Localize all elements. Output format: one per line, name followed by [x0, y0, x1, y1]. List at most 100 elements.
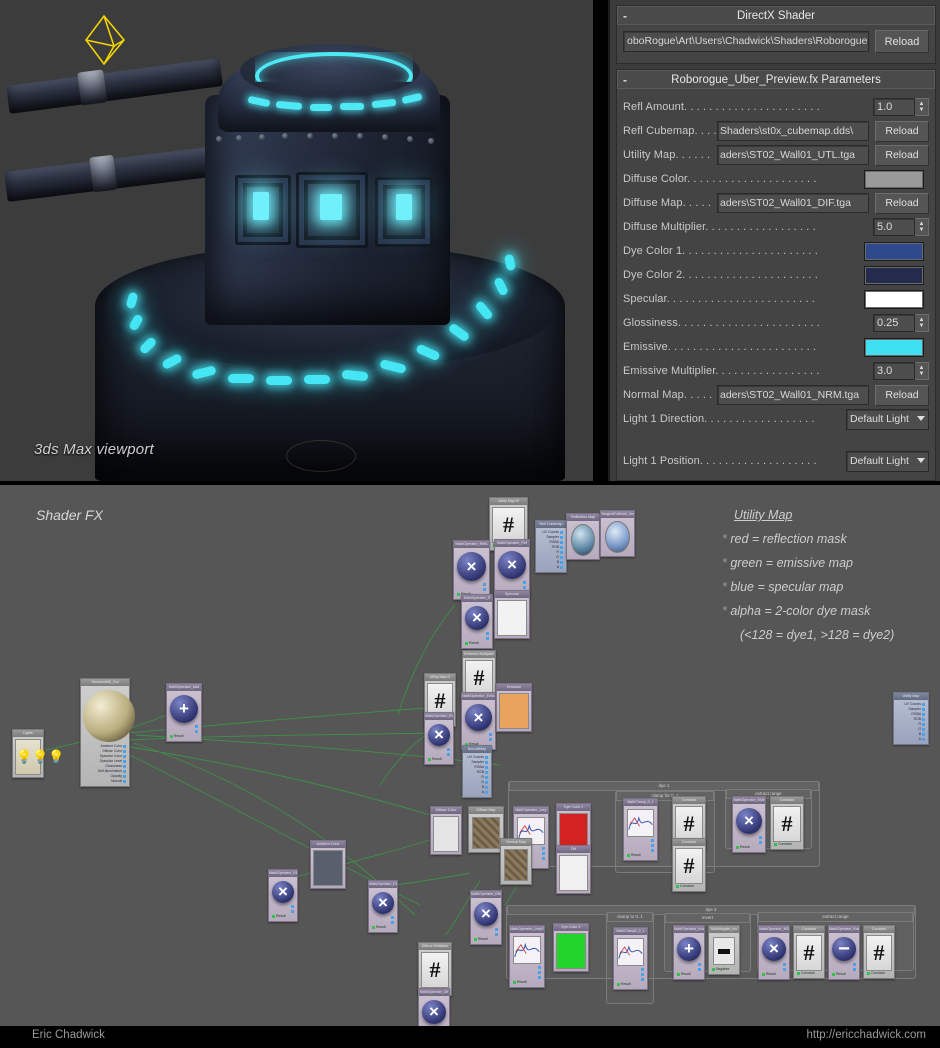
multiply-node[interactable]: MathOperator_Dif×Result [418, 988, 450, 1026]
node-output-port[interactable]: Constant [866, 971, 892, 976]
multiply-node[interactable]: MathOperator_Emis × Result [461, 692, 496, 750]
clamp-node[interactable]: MathClamp_0_1 Result [623, 798, 658, 861]
multiply-node[interactable]: MathOperator_M3 × Result [758, 925, 790, 980]
param-file-field[interactable]: \Shaders\st0x_cubemap.dds [717, 121, 869, 141]
param-spinner[interactable]: 0.25 ▲ ▼ [873, 314, 929, 332]
color-swatch[interactable] [864, 265, 924, 285]
white-color-node[interactable]: Diff [556, 845, 591, 894]
grey-color-node[interactable]: Ambient Color [310, 840, 346, 889]
rollout-header[interactable]: - DirectX Shader [617, 6, 935, 25]
multiply-node[interactable]: MathOperator_D2 × Result [368, 880, 398, 933]
color-swatch[interactable] [313, 850, 343, 886]
constant-node[interactable]: Constant#Constant [672, 838, 706, 892]
node-port[interactable]: A [896, 737, 925, 742]
green-color-node[interactable]: Dye Color 2 [553, 923, 589, 972]
shader-path-field[interactable]: oboRogue\Art\Users\Chadwick\Shaders\Robo… [623, 31, 869, 52]
color-swatch[interactable] [556, 933, 586, 969]
spinner-arrows-icon[interactable]: ▲ ▼ [915, 314, 929, 332]
param-file-field[interactable]: aders\ST02_Wall01_NRM.tga [717, 385, 869, 405]
refl-cubemap-node[interactable]: Refl Cubemap UV Coords Sampler RGBA RGB R G B A [535, 520, 567, 573]
node-output-port[interactable]: Result [735, 845, 763, 850]
param-dropdown[interactable]: Default Light [846, 450, 929, 472]
reload-button[interactable]: Reload [875, 144, 929, 166]
param-dropdown[interactable]: Default Light [846, 408, 929, 430]
node-output-port[interactable]: Result [371, 925, 395, 930]
collapse-icon[interactable]: - [623, 71, 627, 88]
shaderfx-graph[interactable]: Shader FX dye 1 clamp for 0..1 extract r… [0, 485, 940, 1026]
node-output-port[interactable]: Constant [773, 842, 801, 847]
multiply-node[interactable]: MathOperator_RefA×Result [453, 540, 490, 600]
color-swatch[interactable] [864, 289, 924, 309]
color-swatch[interactable] [864, 337, 924, 357]
node-output-port[interactable]: Result [464, 641, 490, 646]
white-color-node[interactable]: Diffuse Color [430, 806, 462, 855]
reload-button[interactable]: Reload [875, 120, 929, 142]
node-output-port[interactable]: Constant [796, 971, 822, 976]
add-node[interactable]: MathOperator_Add2 + Result [673, 925, 705, 980]
param-value[interactable]: 5.0 [873, 218, 915, 236]
param-spinner[interactable]: 1.0 ▲ ▼ [873, 98, 929, 116]
constant-node[interactable]: Constant#Constant [770, 796, 804, 850]
normalmap-node[interactable]: NormalMap UV Coords Sampler RGBA RGB R G B A [462, 745, 492, 798]
param-file-field[interactable]: aders\ST02_Wall01_UTL.tga [717, 145, 869, 165]
param-value[interactable]: 3.0 [873, 362, 915, 380]
node-output-port[interactable]: Result [676, 972, 702, 977]
lerp-node[interactable]: MathOperator_Lerp2 Result [509, 925, 545, 988]
multiply-node[interactable]: MathOperator_S × Result [461, 594, 493, 649]
diffuse-map-node[interactable]: Diffuse Map [468, 806, 504, 853]
standard-material-node[interactable]: StandardMtl_Out Ambient Color Diffuse Colo… [80, 678, 135, 787]
param-value[interactable]: 1.0 [873, 98, 915, 116]
node-output-port[interactable]: Result [169, 734, 199, 739]
node-output-port[interactable]: Negative [711, 967, 737, 972]
collapse-icon[interactable]: - [623, 7, 627, 24]
footer-url[interactable]: http://ericchadwick.com [806, 1029, 926, 1041]
node-output-port[interactable]: Result [616, 982, 645, 987]
reload-button[interactable]: Reload [875, 30, 929, 53]
octahedron-light-gizmo-icon[interactable] [80, 12, 128, 68]
constant-node[interactable]: Constant#Constant [863, 925, 895, 979]
multiply-node[interactable]: MathOperator_Mult × Result [732, 796, 766, 853]
node-output-port[interactable]: Result [626, 853, 655, 858]
color-swatch[interactable] [499, 693, 529, 729]
node-output-port[interactable]: Constant [675, 884, 703, 889]
negate-node[interactable]: MathNegate_Inv Negative [708, 925, 740, 975]
clamp-node[interactable]: MathClamp2_0_1 Result [613, 927, 648, 990]
reload-button[interactable]: Reload [875, 384, 929, 406]
node-output-port[interactable]: Result [473, 937, 499, 942]
reload-button[interactable]: Reload [875, 192, 929, 214]
tangent-to-world-node[interactable]: TangentToWorld_Vec [600, 510, 635, 557]
color-swatch[interactable] [864, 169, 924, 189]
white-color-node[interactable]: Specular [494, 590, 530, 639]
node-port[interactable]: Normal [83, 779, 126, 784]
param-spinner[interactable]: 3.0 ▲ ▼ [873, 362, 929, 380]
utility-map-node[interactable]: Utility Map UV Coords Sampler RGBA RGB R G B A [893, 692, 929, 745]
color-swatch[interactable] [497, 600, 527, 636]
add-node[interactable]: MathOperator_Add + Result [166, 683, 202, 742]
orange-color-node[interactable]: Emissive [496, 683, 532, 732]
param-file-field[interactable]: aders\ST02_Wall01_DIF.tga [717, 193, 869, 213]
multiply-node[interactable]: MathOperator_Emi2 × Result [424, 712, 454, 765]
multiply-node[interactable]: MathOperator_D1 × Result [268, 869, 298, 922]
node-port[interactable]: A [465, 790, 488, 795]
subtract-node[interactable]: MathOperator_Sub − Result [828, 925, 860, 980]
param-spinner[interactable]: 5.0 ▲ ▼ [873, 218, 929, 236]
color-swatch[interactable] [433, 816, 459, 852]
spinner-arrows-icon[interactable]: ▲ ▼ [915, 98, 929, 116]
node-output-port[interactable]: Result [427, 757, 451, 762]
constant-node[interactable]: Constant#Constant [793, 925, 825, 979]
color-swatch[interactable] [559, 855, 588, 891]
chevron-down-icon[interactable] [917, 415, 925, 421]
spinner-arrows-icon[interactable]: ▲ ▼ [915, 218, 929, 236]
node-output-port[interactable]: Result [512, 980, 542, 985]
max-viewport[interactable]: 3ds Max viewport [0, 0, 593, 481]
color-swatch[interactable] [559, 813, 588, 849]
node-output-port[interactable]: Result [831, 972, 857, 977]
node-port[interactable]: A [538, 565, 563, 570]
param-value[interactable]: 0.25 [873, 314, 915, 332]
multiply-node[interactable]: MathOperator_DM × Result [470, 890, 502, 945]
node-output-port[interactable]: Result [761, 972, 787, 977]
cubemap-sample-node[interactable]: Reflection Map [566, 513, 600, 560]
color-swatch[interactable] [864, 241, 924, 261]
lights-node[interactable]: Lights 💡 💡 💡 [12, 729, 65, 778]
node-output-port[interactable]: Result [271, 914, 295, 919]
